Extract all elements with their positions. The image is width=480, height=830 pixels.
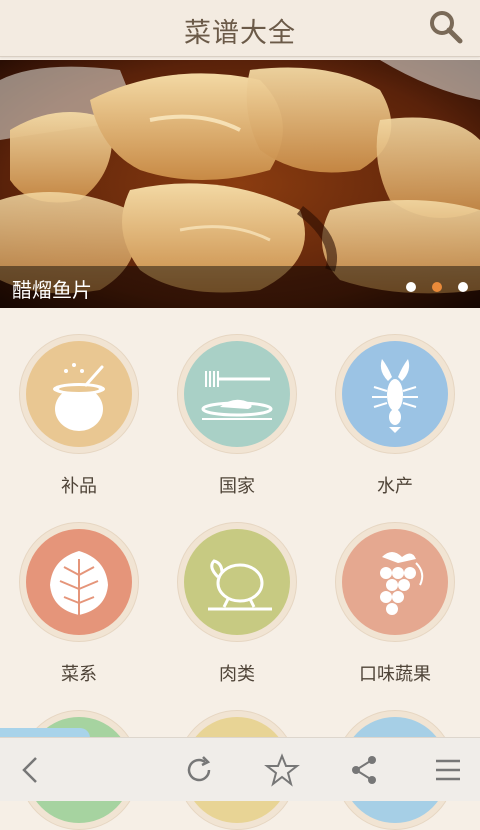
category-meat[interactable]: 肉类	[177, 522, 297, 686]
top-bar: 菜谱大全	[0, 0, 480, 57]
category-tonic-circle	[26, 341, 132, 447]
category-country-circle	[184, 341, 290, 447]
category-country[interactable]: 国家	[177, 334, 297, 498]
category-country-ring	[177, 334, 297, 454]
slide-dot-active[interactable]	[432, 282, 442, 292]
bottom-toolbar	[0, 737, 480, 801]
category-label: 国家	[219, 476, 255, 497]
star-icon[interactable]	[264, 752, 300, 788]
category-flavor-fruits-circle	[342, 529, 448, 635]
chicken-icon	[208, 559, 272, 611]
category-cuisine[interactable]: 菜系	[19, 522, 139, 686]
category-label: 菜系	[61, 664, 97, 685]
category-meat-ring	[177, 522, 297, 642]
pot-icon	[53, 363, 105, 431]
banner-caption-bar: 醋熘鱼片	[0, 266, 480, 308]
grapes-icon	[380, 552, 424, 615]
featured-banner[interactable]: 醋熘鱼片	[0, 60, 480, 308]
refresh-icon[interactable]	[181, 752, 217, 788]
category-seafood-circle	[342, 341, 448, 447]
share-icon[interactable]	[346, 752, 382, 788]
page-title: 菜谱大全	[184, 18, 296, 49]
category-label: 肉类	[219, 664, 255, 685]
category-meat-circle	[184, 529, 290, 635]
menu-icon[interactable]	[430, 752, 466, 788]
category-label: 水产	[377, 476, 413, 497]
leaf-icon	[50, 551, 108, 615]
category-flavor-fruits[interactable]: 口味蔬果	[335, 522, 455, 686]
category-flavor-fruits-ring	[335, 522, 455, 642]
slide-dot[interactable]	[458, 282, 468, 292]
category-cuisine-circle	[26, 529, 132, 635]
category-label: 补品	[61, 476, 97, 497]
category-tonic-ring	[19, 334, 139, 454]
back-icon[interactable]	[14, 752, 50, 788]
category-seafood[interactable]: 水产	[335, 334, 455, 498]
category-cuisine-ring	[19, 522, 139, 642]
search-icon[interactable]	[428, 9, 464, 45]
slide-indicator	[406, 282, 468, 292]
plate-icon	[201, 371, 273, 420]
lobster-icon	[372, 359, 418, 433]
slide-dot[interactable]	[406, 282, 416, 292]
banner-caption: 醋熘鱼片	[12, 278, 92, 302]
category-seafood-ring	[335, 334, 455, 454]
category-tonic[interactable]: 补品	[19, 334, 139, 498]
category-label: 口味蔬果	[359, 664, 431, 685]
